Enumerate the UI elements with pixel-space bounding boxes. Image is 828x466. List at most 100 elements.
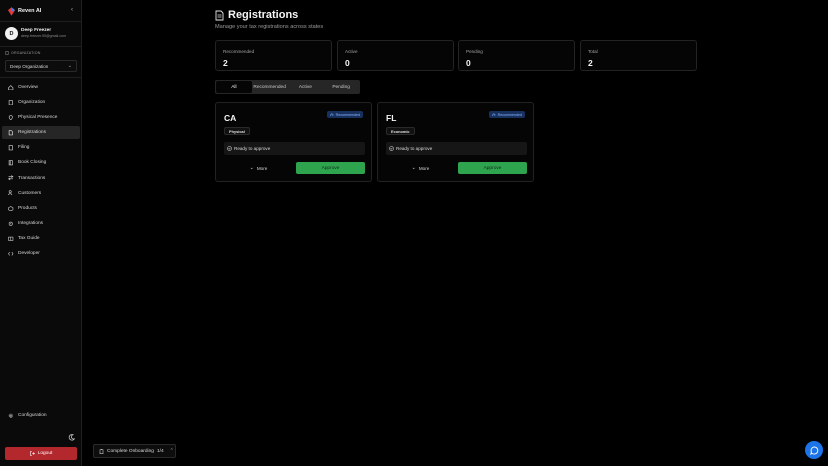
logo-icon (8, 6, 15, 16)
user-profile[interactable]: D Deep Freezer deep.freezer.95@gmail.com (5, 27, 66, 40)
nexus-type-chip: Economic (386, 127, 415, 135)
gear-icon (8, 413, 14, 419)
document-icon (215, 10, 224, 20)
box-icon (8, 205, 14, 211)
onboarding-label: Complete Onboarding (107, 448, 154, 454)
chat-icon (809, 445, 818, 455)
chevron-down-icon: ⌄ (67, 63, 72, 69)
avatar: D (5, 27, 18, 40)
divider (0, 77, 82, 78)
approve-button[interactable]: Approve (458, 162, 527, 174)
logout-icon (29, 451, 35, 456)
sidebar-item-products[interactable]: Products (2, 202, 80, 215)
sidebar-item-label: Physical Presence (18, 115, 58, 121)
onboarding-progress: 1/4 (156, 448, 164, 454)
approve-label: Approve (483, 165, 502, 171)
brand[interactable]: Reven AI (8, 6, 41, 16)
user-email: deep.freezer.95@gmail.com (21, 34, 66, 38)
approve-button[interactable]: Approve (296, 162, 365, 174)
brand-name: Reven AI (18, 8, 42, 14)
document-icon (8, 130, 14, 136)
sidebar-item-customers[interactable]: Customers (2, 187, 80, 200)
stat-value: 0 (345, 58, 350, 68)
users-icon (8, 190, 14, 196)
moon-icon[interactable] (68, 434, 76, 441)
chevron-up-icon: ⌃ (169, 448, 174, 454)
sidebar-item-registrations[interactable]: Registrations (2, 126, 80, 140)
registration-card-ca: CA Recommended Physical Ready to approve… (215, 102, 372, 182)
tab-recommended[interactable]: Recommended (252, 81, 288, 93)
organization-select[interactable]: Deep Organization ⌄ (5, 60, 77, 72)
stat-label: Recommended (223, 49, 255, 54)
page-header: Registrations (215, 9, 298, 21)
more-button[interactable]: ⌄ More (386, 162, 455, 174)
tab-all[interactable]: All (216, 81, 252, 93)
book-icon (8, 160, 14, 166)
stat-value: 2 (588, 58, 593, 68)
thumbs-up-icon (492, 112, 496, 117)
thumbs-up-icon (330, 112, 334, 117)
sidebar-item-label: Integrations (18, 220, 44, 226)
state-code: FL (386, 113, 397, 123)
sidebar-item-physical-presence[interactable]: Physical Presence (2, 111, 80, 124)
status-badge-label: Recommended (335, 112, 360, 117)
sidebar-item-book-closing[interactable]: Book Closing (2, 156, 80, 169)
sidebar-item-label: Overview (18, 85, 38, 90)
sidebar-item-transactions[interactable]: Transactions (2, 172, 80, 185)
chevron-down-icon: ⌄ (411, 165, 416, 171)
complete-onboarding-button[interactable]: Complete Onboarding 1/4 ⌃ (93, 444, 176, 458)
home-icon (8, 84, 14, 91)
stat-label: Pending (466, 49, 483, 54)
stat-label: Active (345, 49, 358, 54)
registration-card-fl: FL Recommended Economic Ready to approve… (377, 102, 534, 182)
plug-icon (8, 220, 14, 226)
approve-label: Approve (321, 165, 340, 171)
sidebar-item-label: Configuration (18, 413, 47, 418)
more-button[interactable]: ⌄ More (224, 162, 293, 174)
building-icon (8, 100, 14, 106)
filter-tabs: All Recommended Active Pending (215, 80, 360, 94)
more-label: More (256, 165, 268, 171)
sidebar-item-label: Tax Guide (18, 235, 40, 241)
approval-status: Ready to approve (386, 142, 527, 155)
map-pin-icon (8, 115, 14, 121)
file-stack-icon (8, 145, 14, 151)
page-subtitle: Manage your tax registrations across sta… (215, 24, 324, 30)
organization-label-text: ORGANIZATION (11, 51, 41, 55)
status-badge: Recommended (489, 111, 525, 118)
sidebar-nav: Overview Organization Physical Presence … (2, 81, 80, 262)
chevron-down-icon: ⌄ (249, 165, 254, 171)
status-badge: Recommended (327, 111, 363, 118)
guide-icon (8, 235, 14, 241)
tab-pending[interactable]: Pending (323, 81, 359, 93)
sidebar-item-overview[interactable]: Overview (2, 81, 80, 94)
check-circle-icon (389, 146, 394, 151)
stat-value: 2 (223, 58, 228, 68)
tab-active[interactable]: Active (288, 81, 324, 93)
sidebar-item-developer[interactable]: Developer (2, 247, 80, 260)
divider (0, 21, 82, 22)
main-content: Registrations Manage your tax registrati… (82, 0, 828, 466)
sidebar-item-label: Developer (18, 251, 40, 257)
logout-button[interactable]: Logout (5, 447, 77, 460)
sidebar-item-filing[interactable]: Filing (2, 141, 80, 154)
sidebar-item-label: Transactions (18, 175, 46, 181)
more-label: More (418, 165, 430, 171)
sidebar-item-configuration[interactable]: Configuration (2, 409, 80, 422)
check-circle-icon (227, 146, 232, 151)
stat-card-total: Total 2 (580, 40, 697, 71)
sidebar-item-tax-guide[interactable]: Tax Guide (2, 232, 80, 245)
sidebar: Reven AI ‹ D Deep Freezer deep.freezer.9… (0, 0, 82, 466)
organization-label: ORGANIZATION (5, 51, 41, 55)
sidebar-item-organization[interactable]: Organization (2, 96, 80, 109)
code-icon (8, 251, 14, 257)
organization-selected: Deep Organization (10, 63, 49, 69)
sidebar-item-label: Organization (18, 100, 46, 106)
stat-card-pending: Pending 0 (458, 40, 575, 71)
page-title: Registrations (228, 9, 299, 21)
sidebar-item-integrations[interactable]: Integrations (2, 217, 80, 230)
chevron-left-icon[interactable]: ‹ (69, 7, 75, 13)
stat-card-active: Active 0 (337, 40, 454, 71)
chat-support-button[interactable] (805, 441, 823, 459)
status-badge-label: Recommended (497, 112, 522, 117)
